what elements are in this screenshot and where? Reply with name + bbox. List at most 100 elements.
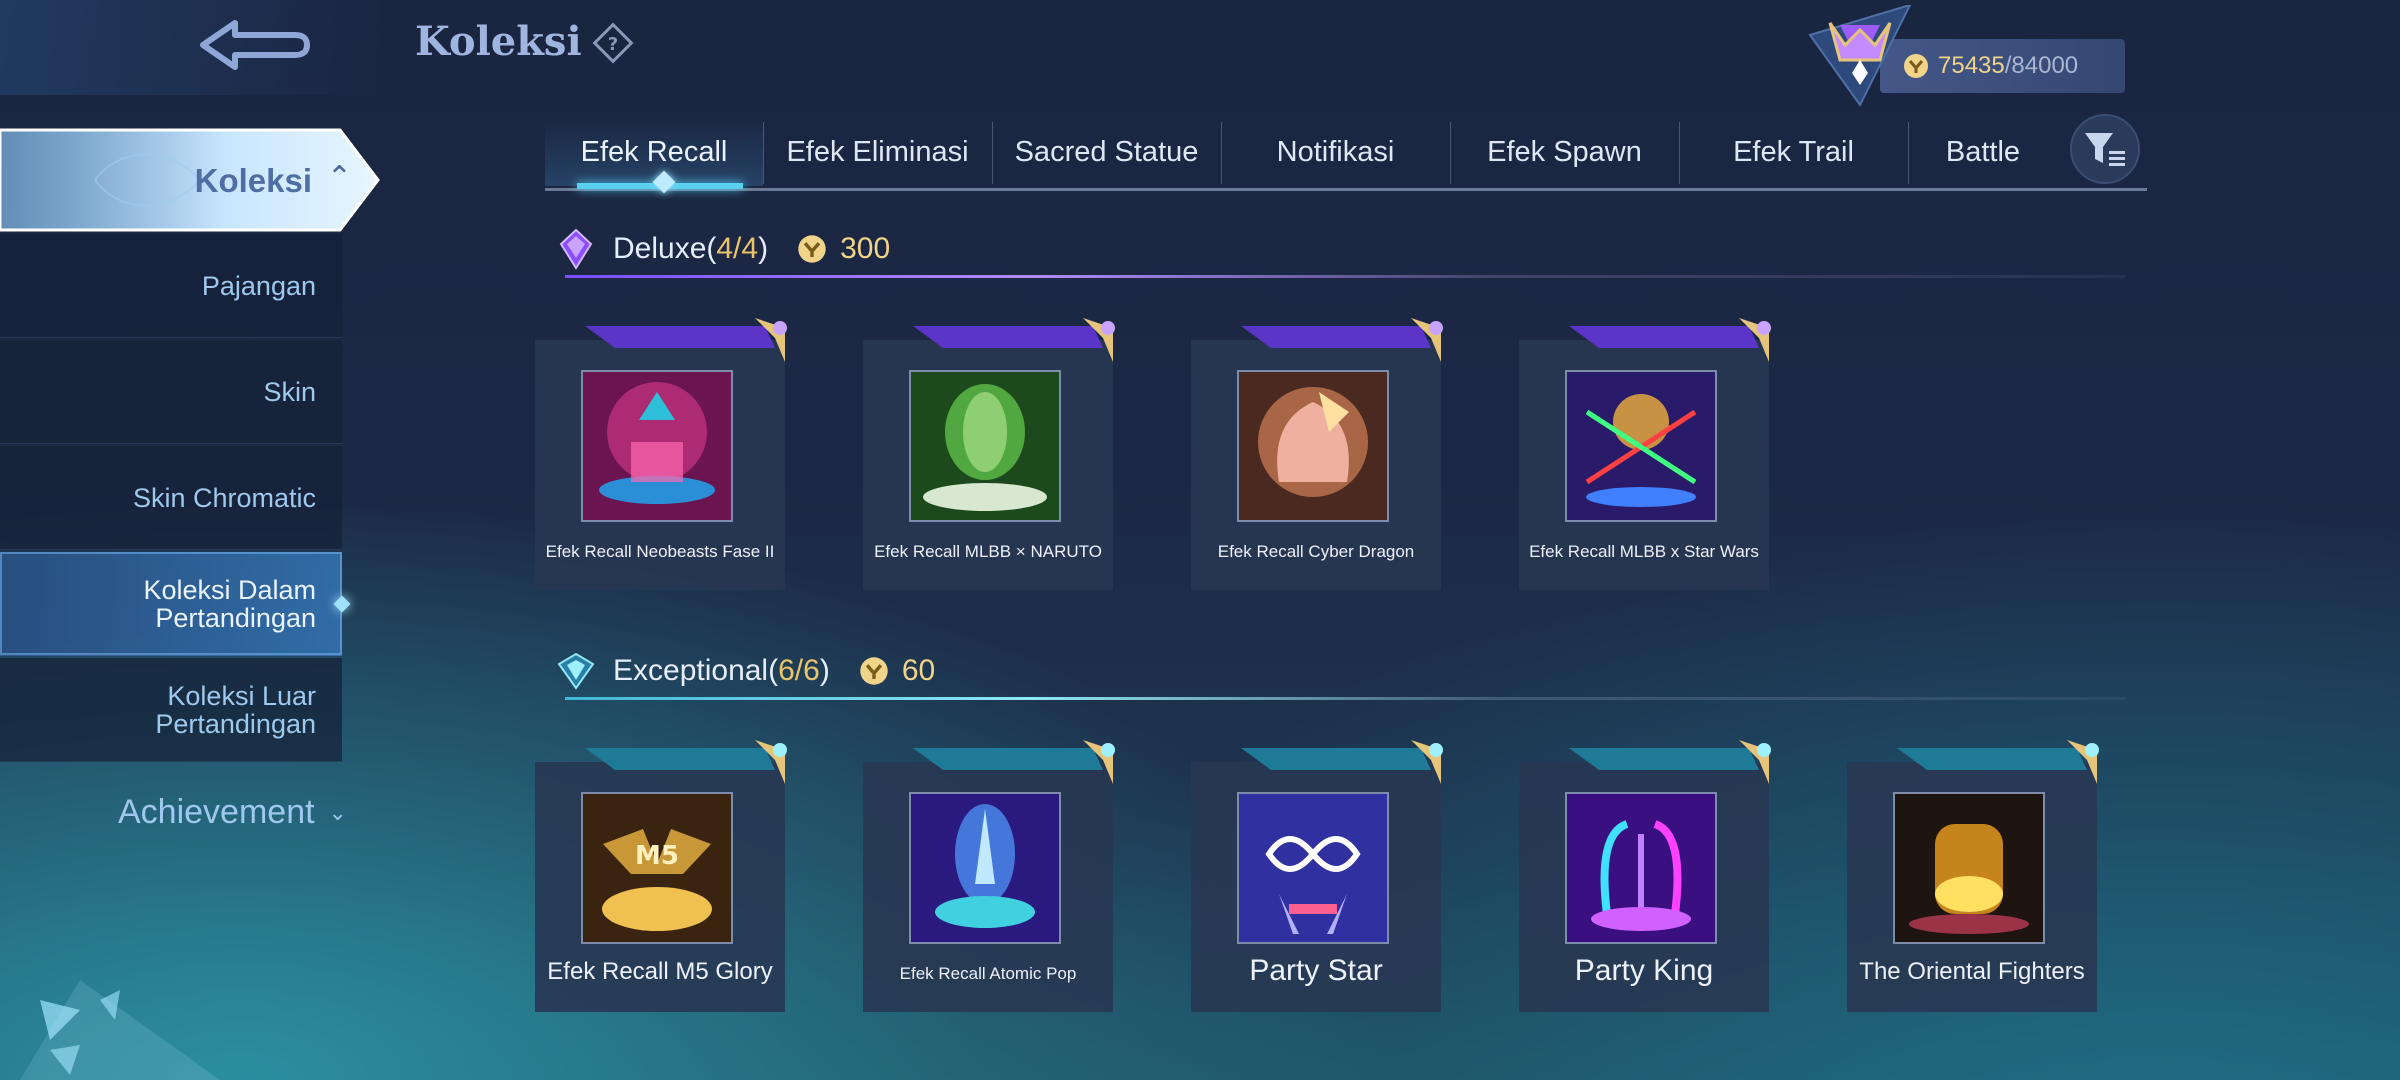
sidebar-item-pajangan[interactable]: Pajangan [0,234,342,338]
item-thumbnail [909,792,1061,944]
section-paren: ) [758,232,769,265]
collection-card[interactable]: Efek Recall MLBB x Star Wars [1519,318,1771,590]
item-label: Efek Recall Neobeasts Fase II [545,542,775,561]
svg-text:?: ? [608,34,618,55]
collection-card[interactable]: Efek Recall MLBB × NARUTO [863,318,1115,590]
sidebar-item-skin[interactable]: Skin [0,340,342,444]
collection-card[interactable]: M5 Efek Recall M5 Glory [535,740,787,1012]
tab-label: Efek Eliminasi [786,135,969,168]
deluxe-ribbon [1569,318,1771,362]
deluxe-gem-icon [559,228,593,270]
tab-efek-spawn[interactable]: Efek Spawn [1450,118,1679,186]
tab-notifikasi[interactable]: Notifikasi [1221,118,1450,186]
sidebar-item-label: Pajangan [201,270,316,301]
chevron-up-icon: ⌃ [326,161,352,194]
tab-efek-recall[interactable]: Efek Recall [545,118,763,189]
currency-value: 75435 [1938,52,2005,79]
filter-icon [2085,133,2125,166]
exceptional-gem-icon [557,652,595,690]
section-price: 300 [796,232,890,266]
sidebar-item-label: Koleksi Dalam Pertandingan [143,574,316,633]
achievement-label: Achievement [118,793,315,831]
item-thumbnail [581,370,733,522]
section-divider [565,697,2125,700]
filter-button[interactable] [2070,114,2140,184]
section-name: Deluxe( [613,232,717,265]
sidebar-item-label: Koleksi [194,162,312,199]
sidebar-item-koleksi-dalam-pertandingan[interactable]: Koleksi Dalam Pertandingan [0,552,351,656]
coin-icon [860,657,888,685]
tab-label: Efek Recall [580,135,728,168]
item-thumbnail [1893,792,2045,944]
exceptional-ribbon [1241,740,1443,784]
currency-max: /84000 [2004,52,2079,79]
collection-card[interactable]: Party Star [1191,740,1443,1012]
tab-label: Notifikasi [1276,135,1395,168]
tab-efek-eliminasi[interactable]: Efek Eliminasi [763,118,992,186]
coin-icon [798,235,826,263]
chevron-down-icon: ⌄ [328,799,347,825]
section-name: Exceptional( [613,654,779,687]
item-label: Efek Recall M5 Glory [547,958,773,985]
sidebar-item-label: Skin Chromatic [132,482,316,513]
item-label: Efek Recall Atomic Pop [899,964,1077,983]
collection-card[interactable]: The Oriental Fighters [1847,740,2099,1012]
item-label: Efek Recall Cyber Dragon [1217,542,1415,561]
sidebar-item-label: Skin [263,376,316,407]
page-title: Koleksi [415,18,582,65]
exceptional-ribbon [1569,740,1771,784]
section-divider [565,275,2125,278]
tab-sacred-statue[interactable]: Sacred Statue [992,118,1221,186]
sidebar-item-koleksi-luar-pertandingan[interactable]: Koleksi Luar Pertandingan [0,658,342,762]
item-label: The Oriental Fighters [1859,958,2085,985]
item-thumbnail: M5 [581,792,733,944]
tab-label: Efek Spawn [1487,135,1642,168]
collection-card[interactable]: Party King [1519,740,1771,1012]
section-count: 6/6 [778,654,820,687]
tab-label: Battle [1945,135,2021,168]
back-arrow-icon [200,20,310,70]
item-thumbnail [1237,792,1389,944]
item-thumbnail [1565,370,1717,522]
sidebar-item-label: Koleksi Luar Pertandingan [155,680,316,739]
deluxe-ribbon [585,318,787,362]
section-price-value: 300 [840,232,891,265]
deluxe-ribbon [1241,318,1443,362]
item-thumbnail [909,370,1061,522]
svg-text:M5: M5 [635,841,679,871]
section-paren: ) [819,654,830,687]
rank-emblem-icon [1808,5,1912,107]
active-indicator [333,595,351,613]
exceptional-ribbon [585,740,787,784]
collection-card[interactable]: Efek Recall Neobeasts Fase II [535,318,787,590]
back-button[interactable] [190,12,320,82]
section-count: 4/4 [716,232,759,265]
decorative-shapes [20,980,220,1080]
collection-card[interactable]: Efek Recall Cyber Dragon [1191,318,1443,590]
help-icon[interactable]: ? [592,22,634,64]
sidebar-tab-background [0,128,380,232]
collection-card[interactable]: Efek Recall Atomic Pop [863,740,1115,1012]
tab-label: Sacred Statue [1014,135,1199,168]
item-label: Party King [1574,954,1714,987]
exceptional-ribbon [1897,740,2099,784]
item-label: Efek Recall MLBB x Star Wars [1529,542,1759,561]
sidebar-item-koleksi[interactable]: Koleksi ⌃ [0,126,382,234]
item-thumbnail [1237,370,1389,522]
section-header-deluxe: Deluxe(4/4) 300 [555,220,2125,278]
sidebar-item-skin-chromatic[interactable]: Skin Chromatic [0,446,342,550]
tab-label: Efek Trail [1733,135,1854,168]
deluxe-ribbon [913,318,1115,362]
item-label: Efek Recall MLBB × NARUTO [874,542,1102,561]
tab-battle[interactable]: Battle [1908,118,2058,186]
section-price-value: 60 [901,654,936,687]
exceptional-ribbon [913,740,1115,784]
item-label: Party Star [1249,954,1383,987]
sidebar-item-achievement[interactable]: Achievement ⌄ [118,793,347,832]
section-price: 60 [858,654,935,688]
currency-display: 75435/84000 [1800,5,2130,107]
section-header-exceptional: Exceptional(6/6) 60 [555,642,2125,700]
item-thumbnail [1565,792,1717,944]
category-tabs: Efek Recall Efek Eliminasi Sacred Statue… [545,118,2147,191]
tab-efek-trail[interactable]: Efek Trail [1679,118,1908,186]
